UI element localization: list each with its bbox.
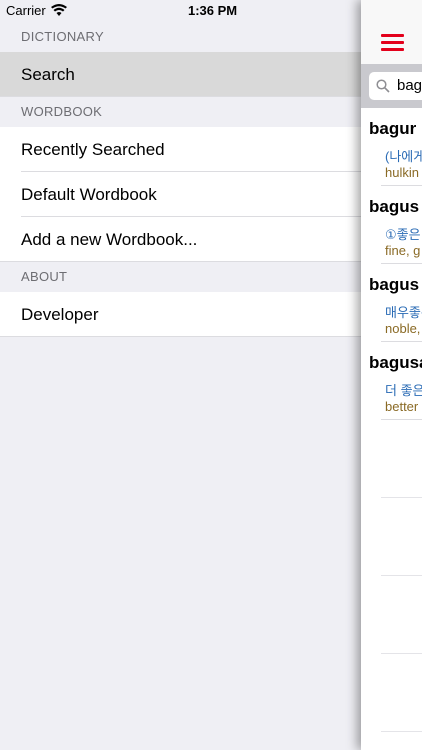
search-icon bbox=[376, 79, 390, 93]
search-input[interactable]: bag bbox=[369, 72, 422, 100]
section-header-dictionary: DICTIONARY bbox=[0, 22, 362, 52]
menu-item-label: Search bbox=[21, 65, 75, 84]
menu-item-label: Default Wordbook bbox=[21, 185, 157, 204]
empty-row bbox=[361, 420, 422, 498]
empty-row bbox=[361, 498, 422, 576]
menu-item-developer[interactable]: Developer bbox=[0, 292, 362, 337]
result-word: bagus bbox=[369, 275, 420, 294]
carrier-label: Carrier bbox=[6, 3, 46, 18]
result-row[interactable]: bagusa 더 좋은 better bbox=[361, 342, 422, 420]
result-korean: 더 좋은 bbox=[385, 383, 422, 398]
result-english: fine, g bbox=[385, 243, 421, 258]
menu-item-label: Developer bbox=[21, 305, 99, 324]
result-word: bagur bbox=[369, 119, 417, 138]
side-menu: DICTIONARY Search WORDBOOK Recently Sear… bbox=[0, 22, 362, 337]
result-word: bagusa bbox=[369, 353, 422, 372]
menu-item-label: Add a new Wordbook... bbox=[21, 230, 198, 249]
wifi-icon bbox=[51, 3, 67, 17]
search-bar: bag bbox=[361, 64, 422, 108]
divider bbox=[0, 96, 362, 97]
menu-item-search[interactable]: Search bbox=[0, 52, 362, 97]
result-korean: 매우좋은 bbox=[385, 305, 422, 320]
section-header-wordbook: WORDBOOK bbox=[0, 97, 362, 127]
result-english: noble, bbox=[385, 321, 421, 336]
clock: 1:36 PM bbox=[188, 3, 238, 18]
result-row[interactable]: bagus 매우좋은 noble, bbox=[361, 264, 422, 342]
results-list: bagur (나에게 hulkin bagus ①좋은 fine, g bagu… bbox=[361, 108, 422, 732]
menu-item-recently-searched[interactable]: Recently Searched bbox=[0, 127, 362, 172]
status-bar: Carrier 1:36 PM bbox=[0, 0, 422, 22]
result-english: better bbox=[385, 399, 419, 414]
result-korean: ①좋은 bbox=[385, 227, 421, 242]
divider bbox=[0, 336, 362, 337]
menu-item-default-wordbook[interactable]: Default Wordbook bbox=[0, 172, 362, 217]
result-row[interactable]: bagus ①좋은 fine, g bbox=[361, 186, 422, 264]
empty-row bbox=[361, 576, 422, 654]
menu-item-add-wordbook[interactable]: Add a new Wordbook... bbox=[0, 217, 362, 262]
empty-row bbox=[361, 654, 422, 732]
result-korean: (나에게 bbox=[385, 149, 422, 164]
dictionary-panel[interactable]: bag bagur (나에게 hulkin bagus ①좋은 fine, g … bbox=[361, 0, 422, 750]
result-word: bagus bbox=[369, 197, 420, 216]
divider bbox=[0, 261, 362, 262]
section-header-about: ABOUT bbox=[0, 262, 362, 292]
result-english: hulkin bbox=[385, 165, 419, 180]
hamburger-menu-icon[interactable] bbox=[381, 34, 404, 51]
result-row[interactable]: bagur (나에게 hulkin bbox=[361, 108, 422, 186]
search-query: bag bbox=[397, 77, 422, 94]
menu-item-label: Recently Searched bbox=[21, 140, 165, 159]
navigation-bar bbox=[361, 0, 422, 65]
